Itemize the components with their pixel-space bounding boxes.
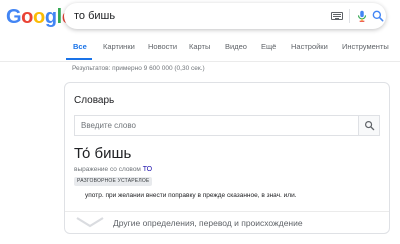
dictionary-search xyxy=(74,115,380,136)
more-definitions-label: Другие определения, перевод и происхожде… xyxy=(113,218,303,228)
dictionary-search-button[interactable] xyxy=(358,116,379,135)
search-box[interactable]: то бишь xyxy=(64,3,386,29)
headword: То́ бишь xyxy=(74,145,132,162)
search-divider xyxy=(349,9,350,23)
dictionary-input[interactable] xyxy=(75,116,359,135)
chevron-down-icon xyxy=(76,217,104,228)
active-tab-indicator xyxy=(66,58,92,60)
tabs-divider xyxy=(0,61,400,62)
tab-images[interactable]: Картинки xyxy=(103,42,135,51)
keyboard-icon[interactable] xyxy=(331,12,343,20)
logo-letter: G xyxy=(6,6,22,28)
search-icon xyxy=(365,121,375,131)
logo-letter: o xyxy=(33,6,45,28)
mic-icon[interactable] xyxy=(355,9,369,23)
headword-subline: выражение со словом ТО xyxy=(74,166,152,173)
dictionary-card: Словарь То́ бишь выражение со словом ТО … xyxy=(64,82,390,234)
related-word-link[interactable]: ТО xyxy=(143,166,152,173)
card-title: Словарь xyxy=(74,95,115,106)
more-definitions-row[interactable]: Другие определения, перевод и происхожде… xyxy=(65,211,389,233)
tab-news[interactable]: Новости xyxy=(148,42,177,51)
tab-maps[interactable]: Карты xyxy=(189,42,210,51)
logo-letter: o xyxy=(21,6,33,28)
tab-video[interactable]: Видео xyxy=(225,42,247,51)
tab-settings[interactable]: Настройки xyxy=(291,42,328,51)
google-logo[interactable]: Google xyxy=(6,7,73,27)
search-icon[interactable] xyxy=(371,9,385,23)
result-stats: Результатов: примерно 9 600 000 (0,30 се… xyxy=(72,65,205,72)
tab-tools[interactable]: Инструменты xyxy=(342,42,389,51)
tab-all[interactable]: Все xyxy=(73,42,87,51)
definition-text: употр. при желании внести поправку в пре… xyxy=(85,192,297,199)
search-query[interactable]: то бишь xyxy=(74,10,115,22)
search-tabs: Все Картинки Новости Карты Видео Ещё Нас… xyxy=(0,38,400,62)
usage-badge: РАЗГОВОРНОЕ УСТАРЕЛОЕ xyxy=(74,177,153,186)
tab-more[interactable]: Ещё xyxy=(261,42,276,51)
subline-text: выражение со словом xyxy=(74,166,141,173)
logo-letter: g xyxy=(44,6,57,28)
